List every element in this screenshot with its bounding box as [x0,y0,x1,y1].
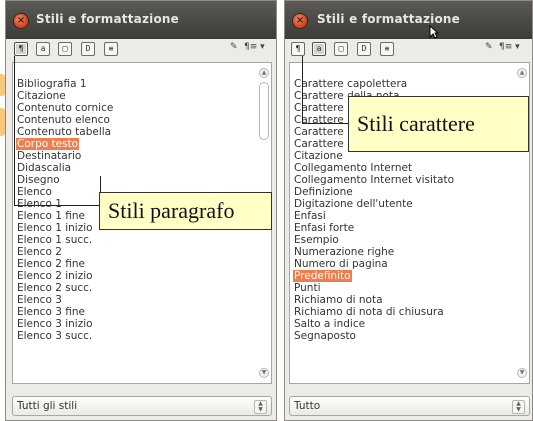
frame-styles-icon[interactable]: □ [334,42,348,56]
window-title: Stili e formattazione [317,12,460,26]
list-item[interactable]: Bibliografia 1 [16,72,114,90]
list-item[interactable]: Digitazione dell'utente [293,192,455,210]
toolbar: ¶ a □ D ≡ ✎ ¶≡ ▾ [285,39,532,61]
page-styles-icon[interactable]: D [357,42,371,56]
list-item-label: Elenco 3 succ. [17,330,93,342]
filter-value: Tutto [294,400,321,412]
list-item[interactable]: Numero di pagina [293,252,455,270]
callout-paragraph-styles: Stili paragrafo [99,192,272,230]
callout-leader [302,123,350,124]
scroll-down-icon[interactable]: ▼ [259,368,269,378]
title-bar: × Stili e formattazione [6,1,276,39]
paragraph-styles-icon[interactable]: ¶ [291,42,305,56]
spin-arrows-icon[interactable]: ▲ ▼ [512,400,525,414]
list-item[interactable]: Elenco 3 inizio [16,312,114,330]
filter-value: Tutti gli stili [17,400,78,412]
callout-leader [14,56,15,206]
paragraph-styles-icon[interactable]: ¶ [14,42,28,56]
mouse-cursor-icon [429,25,439,39]
window-title: Stili e formattazione [36,12,179,26]
list-item[interactable]: Contenuto elenco [16,108,114,126]
spin-arrows-icon[interactable]: ▲ ▼ [254,400,267,414]
toolbar: ¶ a □ D ≡ ✎ ¶≡ ▾ [6,39,276,61]
side-marker [0,74,5,96]
new-style-menu-icon[interactable]: ¶≡ ▾ [499,42,520,52]
list-item[interactable]: Enfasi forte [293,216,455,234]
list-item[interactable]: Carattere della nota [293,84,455,102]
list-item[interactable]: Citazione [16,84,114,102]
list-item[interactable]: Contenuto cornice [16,96,114,114]
character-styles-icon[interactable]: a [312,42,326,56]
list-item[interactable]: Elenco 2 fine [16,252,114,270]
list-item[interactable]: Collegamento Internet visitato [293,168,455,186]
scroll-up-icon[interactable]: ▲ [517,68,527,78]
scroll-down-icon[interactable]: ▼ [517,368,527,378]
list-styles-icon[interactable]: ≡ [380,42,394,56]
list-item[interactable]: Elenco 3 fine [16,300,114,318]
list-item[interactable]: Punti [293,276,455,294]
fill-format-icon[interactable]: ✎ [485,42,493,52]
list-item[interactable]: Elenco 2 inizio [16,264,114,282]
callout-character-styles: Stili carattere [348,96,529,152]
list-item-label: Segnaposto [294,330,356,342]
title-bar: × Stili e formattazione [285,1,532,39]
list-styles-icon[interactable]: ≡ [104,42,118,56]
list-item[interactable]: Destinatario [16,144,114,162]
character-styles-icon[interactable]: a [36,42,50,56]
callout-leader [14,205,100,206]
list-item[interactable]: Richiamo di nota [293,288,455,306]
list-item[interactable]: Segnaposto [293,324,455,342]
list-item[interactable]: Didascalia [16,156,114,174]
fill-format-icon[interactable]: ✎ [230,42,238,52]
list-item[interactable]: Carattere capolettera [293,72,455,90]
callout-leader [302,56,303,124]
list-item[interactable]: Elenco 2 succ. [16,276,114,294]
close-icon[interactable]: × [293,14,307,28]
scrollbar-thumb[interactable] [259,82,269,140]
list-item[interactable]: Elenco 3 succ. [16,324,114,342]
side-marker [0,108,5,136]
scroll-up-icon[interactable]: ▲ [259,68,269,78]
close-icon[interactable]: × [14,14,28,28]
style-filter-select[interactable]: Tutti gli stili ▲ ▼ [12,396,272,416]
page-styles-icon[interactable]: D [81,42,95,56]
new-style-menu-icon[interactable]: ¶≡ ▾ [244,42,265,52]
list-item[interactable]: Collegamento Internet [293,156,455,174]
list-item[interactable]: Numerazione righe [293,240,455,258]
list-item[interactable]: Contenuto tabella [16,120,114,138]
styles-panel-right: × Stili e formattazione ¶ a □ D ≡ ✎ ¶≡ ▾… [284,0,533,421]
style-filter-select[interactable]: Tutto ▲ ▼ [289,396,530,416]
list-item[interactable]: Richiamo di nota di chiusura [293,300,455,318]
frame-styles-icon[interactable]: □ [58,42,72,56]
list-item[interactable]: Esempio [293,228,455,246]
